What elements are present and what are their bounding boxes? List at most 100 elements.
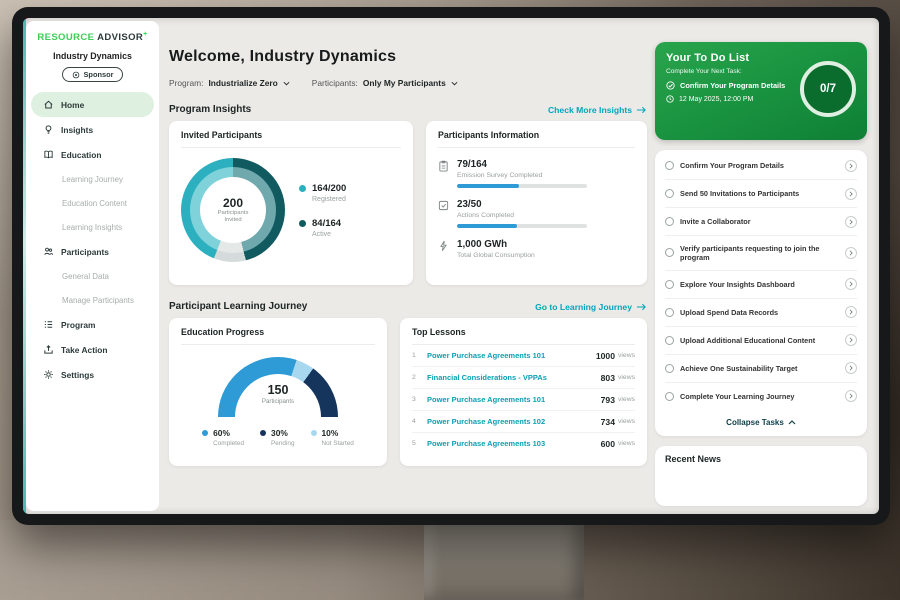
task-label: Invite a Collaborator (680, 217, 839, 226)
task-label: Upload Spend Data Records (680, 308, 839, 317)
sidebar-item-take-action[interactable]: Take Action (31, 337, 154, 362)
participants-filter-dropdown[interactable]: Participants: Only My Participants (312, 78, 458, 88)
task-row-invite-collaborator[interactable]: Invite a Collaborator (665, 208, 857, 236)
lesson-rank: 4 (412, 418, 427, 425)
sidebar-item-education[interactable]: Education (31, 142, 154, 167)
task-checkbox[interactable] (665, 161, 674, 170)
sidebar-item-learning-insights[interactable]: Learning Insights (31, 215, 154, 239)
task-open-button[interactable] (845, 216, 857, 228)
lesson-link[interactable]: Power Purchase Agreements 101 (427, 395, 601, 404)
card-title: Top Lessons (412, 327, 635, 345)
action-icon (43, 344, 54, 355)
task-row-send-invitations[interactable]: Send 50 Invitations to Participants (665, 180, 857, 208)
sidebar-item-learning-journey[interactable]: Learning Journey (31, 167, 154, 191)
gauge-center: 150 Participants (218, 383, 338, 405)
lesson-row: 1 Power Purchase Agreements 101 1000 vie… (412, 345, 635, 367)
sidebar-item-home[interactable]: Home (31, 92, 154, 117)
main-content: Welcome, Industry Dynamics Program: Indu… (169, 18, 647, 514)
task-open-button[interactable] (845, 188, 857, 200)
task-label: Confirm Your Program Details (680, 161, 839, 170)
task-row-achieve-target[interactable]: Achieve One Sustainability Target (665, 355, 857, 383)
gauge-center-label: Participants (218, 398, 338, 405)
education-progress-gauge-chart: 150 Participants (218, 357, 338, 419)
program-filter-dropdown[interactable]: Program: Industrialize Zero (169, 78, 290, 88)
section-title: Program Insights (169, 104, 251, 115)
task-checkbox[interactable] (665, 308, 674, 317)
chevron-right-icon (849, 309, 853, 315)
lesson-row: 3 Power Purchase Agreements 101 793 view… (412, 389, 635, 411)
lesson-views-unit: views (618, 418, 635, 425)
task-row-complete-learning-journey[interactable]: Complete Your Learning Journey (665, 383, 857, 410)
legend-value: 164/200 (312, 183, 346, 194)
collapse-tasks-button[interactable]: Collapse Tasks (665, 410, 857, 432)
donut-center: 200 ParticipantsInvited (200, 177, 266, 243)
todo-summary-card: Your To Do List Complete Your Next Task:… (655, 42, 867, 140)
legend-label: Pending (271, 440, 294, 447)
task-checkbox[interactable] (665, 336, 674, 345)
lesson-link[interactable]: Power Purchase Agreements 101 (427, 351, 596, 360)
go-to-learning-journey-link[interactable]: Go to Learning Journey (535, 302, 647, 312)
top-lessons-card: Top Lessons 1 Power Purchase Agreements … (400, 318, 647, 466)
lesson-link[interactable]: Financial Considerations - VPPAs (427, 373, 601, 382)
task-open-button[interactable] (845, 278, 857, 290)
task-row-upload-educational-content[interactable]: Upload Additional Educational Content (665, 327, 857, 355)
legend-dot (311, 430, 317, 436)
sidebar-item-education-content[interactable]: Education Content (31, 191, 154, 215)
sidebar-item-label: Participants (61, 247, 109, 257)
stat-emission-survey: 79/164 Emission Survey Completed (438, 159, 635, 188)
sponsor-badge[interactable]: Sponsor (62, 67, 124, 82)
education-progress-card: Education Progress 150 Participants 60% … (169, 318, 387, 466)
sidebar-item-program[interactable]: Program (31, 312, 154, 337)
task-open-button[interactable] (845, 306, 857, 318)
recent-news-title: Recent News (665, 454, 721, 464)
sidebar-item-settings[interactable]: Settings (31, 362, 154, 387)
task-checkbox[interactable] (665, 189, 674, 198)
legend-label: Not Started (322, 440, 354, 447)
lesson-rank: 5 (412, 440, 427, 447)
check-more-insights-link[interactable]: Check More Insights (548, 105, 647, 115)
chevron-down-icon (283, 81, 290, 86)
sidebar-item-manage-participants[interactable]: Manage Participants (31, 288, 154, 312)
bulb-icon (43, 124, 54, 135)
task-row-explore-insights[interactable]: Explore Your Insights Dashboard (665, 271, 857, 299)
chevron-right-icon (849, 337, 853, 343)
gauge-legend: 60% Completed 30% Pending 10% Not Starte… (181, 428, 375, 447)
lesson-link[interactable]: Power Purchase Agreements 103 (427, 439, 601, 448)
task-checkbox[interactable] (665, 217, 674, 226)
people-icon (43, 246, 54, 257)
todo-due-label: 12 May 2025, 12:00 PM (679, 96, 753, 103)
task-open-button[interactable] (845, 390, 857, 402)
gear-icon (43, 369, 54, 380)
legend-dot (299, 220, 306, 227)
sidebar-item-general-data[interactable]: General Data (31, 264, 154, 288)
legend-value: 60% (213, 428, 244, 438)
sidebar-item-participants[interactable]: Participants (31, 239, 154, 264)
task-checkbox[interactable] (665, 364, 674, 373)
legend-label: Registered (312, 196, 346, 203)
task-row-confirm-program[interactable]: Confirm Your Program Details (665, 152, 857, 180)
task-open-button[interactable] (845, 247, 857, 259)
task-open-button[interactable] (845, 334, 857, 346)
task-checkbox[interactable] (665, 280, 674, 289)
lesson-views: 803 (601, 373, 615, 383)
lesson-link[interactable]: Power Purchase Agreements 102 (427, 417, 601, 426)
dashboard-screen: RESOURCE ADVISOR+ Industry Dynamics Spon… (23, 18, 879, 514)
task-row-upload-spend-data[interactable]: Upload Spend Data Records (665, 299, 857, 327)
task-open-button[interactable] (845, 160, 857, 172)
legend-dot (299, 185, 306, 192)
task-checkbox[interactable] (665, 248, 674, 257)
emission-survey-progress-bar (457, 184, 587, 188)
task-checkbox[interactable] (665, 392, 674, 401)
sidebar-item-insights[interactable]: Insights (31, 117, 154, 142)
stat-label: Total Global Consumption (457, 252, 535, 259)
chevron-right-icon (849, 163, 853, 169)
lesson-row: 5 Power Purchase Agreements 103 600 view… (412, 433, 635, 454)
task-row-verify-participants[interactable]: Verify participants requesting to join t… (665, 236, 857, 271)
lesson-views-unit: views (618, 440, 635, 447)
program-filter-value: Industrialize Zero (208, 78, 277, 88)
chevron-down-icon (451, 81, 458, 86)
gauge-center-value: 150 (218, 383, 338, 397)
link-label: Check More Insights (548, 105, 632, 115)
insights-cards-row: Invited Participants 200 ParticipantsInv… (169, 121, 647, 285)
task-open-button[interactable] (845, 362, 857, 374)
